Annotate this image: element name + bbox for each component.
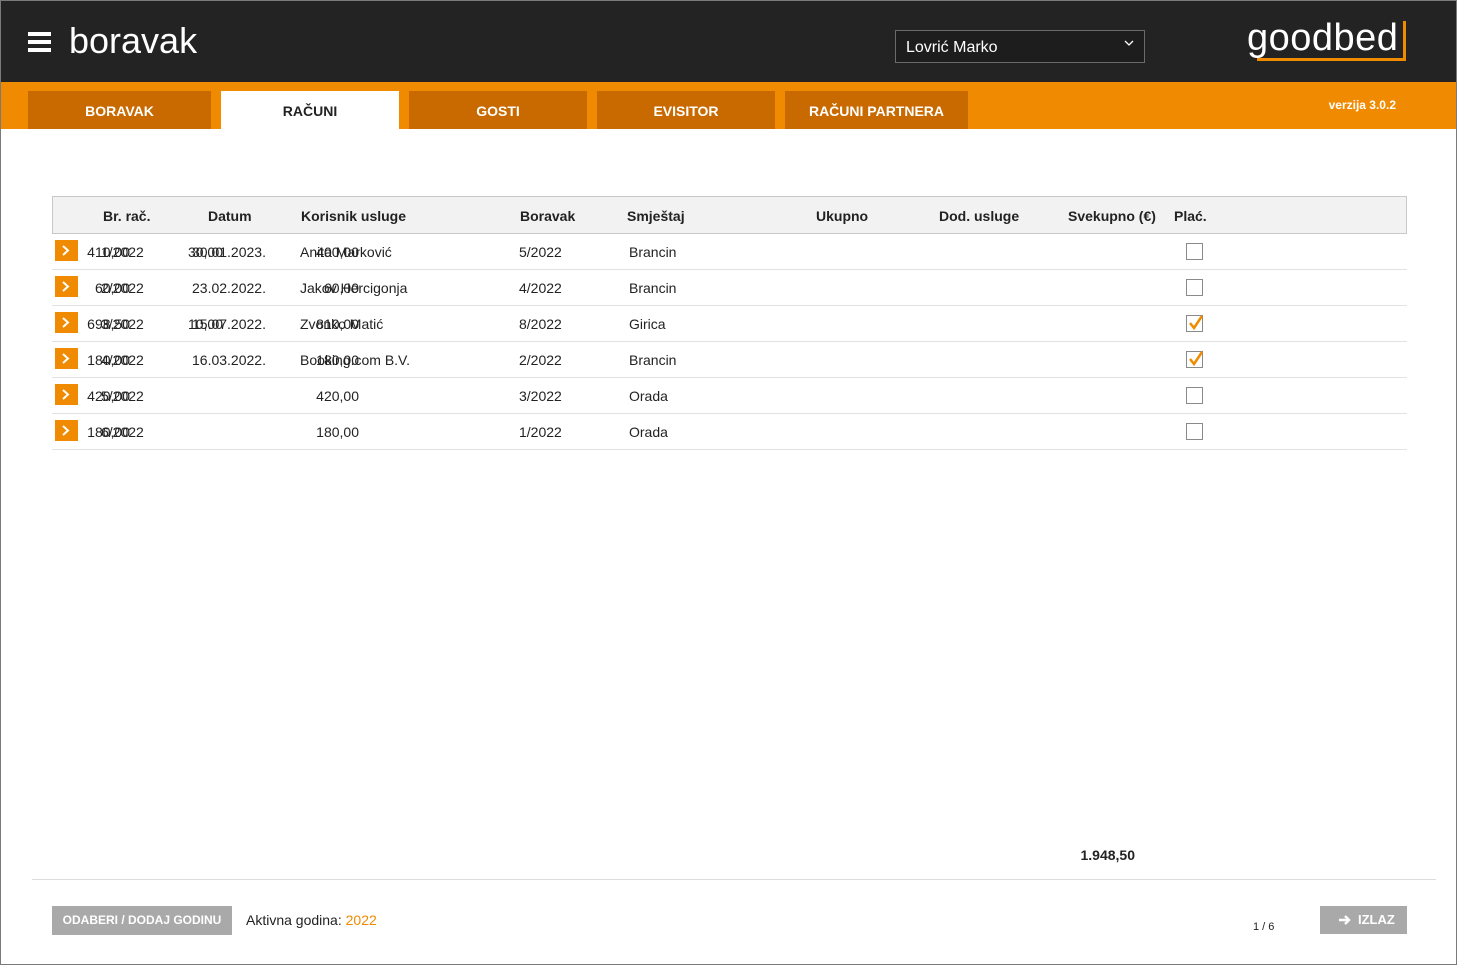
cell-boravak: 3/2022 [519,388,562,404]
cell-dod-usluge: 10,00 [187,316,223,332]
table-row[interactable]: 2/2022 23.02.2022. Jakov Hercigonja 4/2022 B… [52,270,1407,306]
table-row[interactable]: 4/2022 16.03.2022. Booking.com B.V. 2/2022 B… [52,342,1407,378]
cell-boravak: 4/2022 [519,280,562,296]
cell-svekupno: 180,00 [87,352,130,368]
chevron-right-icon [62,353,70,364]
active-year: Aktivna godina: 2022 [246,912,377,928]
tab-gosti[interactable]: GOSTI [409,91,587,129]
table-row[interactable]: 1/2022 30.01.2023. Anita Marković 5/2022 Bra… [52,234,1407,270]
col-datum[interactable]: Datum [208,208,252,224]
col-placeno[interactable]: Plać. [1174,208,1207,224]
col-smjestaj[interactable]: Smještaj [627,208,685,224]
checkmark-icon [1189,351,1204,367]
logo-bar [1403,21,1406,61]
version-label: verzija 3.0.2 [1328,98,1396,112]
cell-ukupno: 180,00 [316,424,359,440]
cell-smjestaj: Girica [629,316,666,332]
cell-smjestaj: Brancin [629,244,677,260]
cell-boravak: 5/2022 [519,244,562,260]
chevron-right-icon [62,425,70,436]
col-korisnik[interactable]: Korisnik usluge [301,208,406,224]
cell-svekupno: 420,00 [87,388,130,404]
table-body: 1/2022 30.01.2023. Anita Marković 5/2022 Bra… [52,234,1407,450]
cell-svekupno: 180,00 [87,424,130,440]
paid-checkbox[interactable] [1186,423,1203,440]
arrow-right-icon [1339,915,1351,925]
col-ukupno[interactable]: Ukupno [816,208,868,224]
paid-checkbox[interactable] [1186,243,1203,260]
chevron-right-icon [62,281,70,292]
cell-boravak: 2/2022 [519,352,562,368]
menu-icon[interactable] [28,32,51,52]
cell-ukupno: 60,00 [323,280,359,296]
cell-smjestaj: Brancin [629,352,677,368]
open-row-button[interactable] [55,420,78,441]
grand-total: 1.948,50 [1080,847,1136,863]
chevron-right-icon [62,389,70,400]
open-row-button[interactable] [55,276,78,297]
tab-boravak[interactable]: BORAVAK [28,91,211,129]
invoices-table: Br. rač. Datum Korisnik usluge Boravak S… [52,196,1407,450]
tab-racuni[interactable]: RAČUNI [221,91,399,129]
exit-button[interactable]: IZLAZ [1320,906,1407,934]
pager: 1 / 6 [1253,921,1275,933]
chevron-down-icon [1124,40,1134,46]
cell-smjestaj: Orada [629,424,668,440]
logo: goodbed [1247,15,1406,63]
paid-checkbox[interactable] [1186,315,1204,332]
cell-svekupno: 410,00 [87,244,130,260]
app-window: boravak Lovrić Marko goodbed BORAVAK RAČ… [0,0,1457,965]
cell-ukupno: 180,00 [316,352,359,368]
cell-smjestaj: Orada [629,388,668,404]
open-row-button[interactable] [55,384,78,405]
col-svekupno[interactable]: Svekupno (€) [1068,208,1156,224]
open-row-button[interactable] [55,240,78,261]
logo-text: goodbed [1247,17,1399,59]
cell-boravak: 8/2022 [519,316,562,332]
table-header: Br. rač. Datum Korisnik usluge Boravak S… [52,196,1407,234]
cell-datum: 16.03.2022. [192,352,266,368]
col-dod-usluge[interactable]: Dod. usluge [939,208,1019,224]
exit-button-label: IZLAZ [1358,912,1395,927]
tab-racuni-partnera[interactable]: RAČUNI PARTNERA [785,91,968,129]
cell-svekupno: 60,00 [94,280,130,296]
cell-datum: 23.02.2022. [192,280,266,296]
checkmark-icon [1189,315,1204,331]
top-bar: boravak Lovrić Marko goodbed [1,1,1456,82]
active-year-label: Aktivna godina: [246,912,342,928]
tab-bar: BORAVAK RAČUNI GOSTI EVISITOR RAČUNI PAR… [1,82,1456,129]
active-year-value: 2022 [345,912,377,928]
cell-dod-usluge: 30,00 [187,244,223,260]
cell-ukupno: 400,00 [316,244,359,260]
cell-boravak: 1/2022 [519,424,562,440]
table-row[interactable]: 5/2022 3/2022 Orada 420,00 420,00 [52,378,1407,414]
paid-checkbox[interactable] [1186,279,1203,296]
table-row[interactable]: 3/2022 15.07.2022. Zvonko Matić 8/2022 Giric… [52,306,1407,342]
paid-checkbox[interactable] [1186,351,1204,368]
open-row-button[interactable] [55,312,78,333]
logo-underline [1257,58,1405,61]
cell-svekupno: 698,50 [87,316,130,332]
user-select-value: Lovrić Marko [906,39,998,56]
cell-smjestaj: Brancin [629,280,677,296]
open-row-button[interactable] [55,348,78,369]
chevron-right-icon [62,317,70,328]
cell-ukupno: 810,00 [316,316,359,332]
select-add-year-button[interactable]: ODABERI / DODAJ GODINU [52,906,232,935]
app-title: boravak [69,20,198,61]
tab-evisitor[interactable]: EVISITOR [597,91,775,129]
chevron-right-icon [62,245,70,256]
paid-checkbox[interactable] [1186,387,1203,404]
cell-ukupno: 420,00 [316,388,359,404]
footer-divider [32,879,1436,880]
table-row[interactable]: 6/2022 1/2022 Orada 180,00 180,00 [52,414,1407,450]
col-br-rac[interactable]: Br. rač. [103,208,150,224]
user-select[interactable]: Lovrić Marko [895,30,1145,63]
col-boravak[interactable]: Boravak [520,208,575,224]
